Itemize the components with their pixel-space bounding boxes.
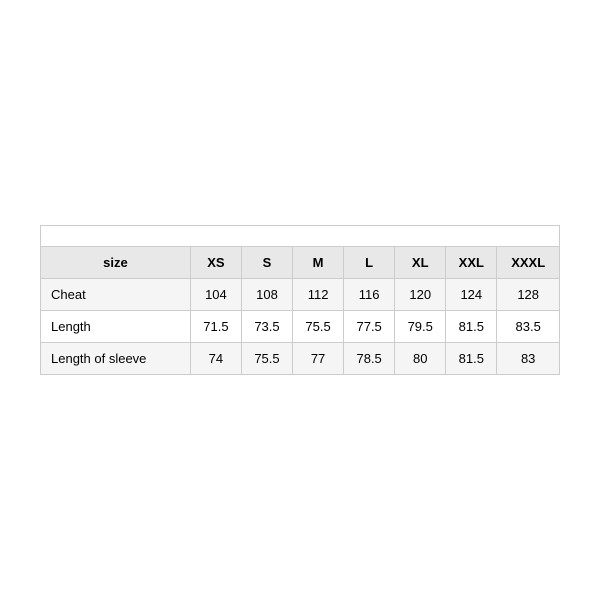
sleeve-xxl: 81.5: [446, 343, 497, 375]
cheat-xxl: 124: [446, 279, 497, 311]
sleeve-xxxl: 83: [497, 343, 560, 375]
col-header-s: S: [241, 247, 292, 279]
row-label-length: Length: [41, 311, 191, 343]
cheat-l: 116: [344, 279, 395, 311]
title-row: [41, 226, 560, 247]
length-xl: 79.5: [395, 311, 446, 343]
sleeve-xs: 74: [190, 343, 241, 375]
size-chart-container: size XS S M L XL XXL XXXL Cheat 104 108 …: [40, 225, 560, 375]
sleeve-s: 75.5: [241, 343, 292, 375]
length-l: 77.5: [344, 311, 395, 343]
table-row: Length 71.5 73.5 75.5 77.5 79.5 81.5 83.…: [41, 311, 560, 343]
col-header-m: M: [293, 247, 344, 279]
col-header-l: L: [344, 247, 395, 279]
col-header-xxxl: XXXL: [497, 247, 560, 279]
length-xxl: 81.5: [446, 311, 497, 343]
col-header-size: size: [41, 247, 191, 279]
length-m: 75.5: [293, 311, 344, 343]
row-label-sleeve: Length of sleeve: [41, 343, 191, 375]
col-header-xxl: XXL: [446, 247, 497, 279]
table-row: Length of sleeve 74 75.5 77 78.5 80 81.5…: [41, 343, 560, 375]
cheat-xl: 120: [395, 279, 446, 311]
sleeve-xl: 80: [395, 343, 446, 375]
cheat-xxxl: 128: [497, 279, 560, 311]
col-header-xl: XL: [395, 247, 446, 279]
length-xs: 71.5: [190, 311, 241, 343]
length-s: 73.5: [241, 311, 292, 343]
cheat-s: 108: [241, 279, 292, 311]
size-chart-table: size XS S M L XL XXL XXXL Cheat 104 108 …: [40, 225, 560, 375]
col-header-xs: XS: [190, 247, 241, 279]
chart-title: [41, 226, 560, 247]
sleeve-m: 77: [293, 343, 344, 375]
header-row: size XS S M L XL XXL XXXL: [41, 247, 560, 279]
row-label-cheat: Cheat: [41, 279, 191, 311]
cheat-m: 112: [293, 279, 344, 311]
sleeve-l: 78.5: [344, 343, 395, 375]
table-row: Cheat 104 108 112 116 120 124 128: [41, 279, 560, 311]
length-xxxl: 83.5: [497, 311, 560, 343]
cheat-xs: 104: [190, 279, 241, 311]
